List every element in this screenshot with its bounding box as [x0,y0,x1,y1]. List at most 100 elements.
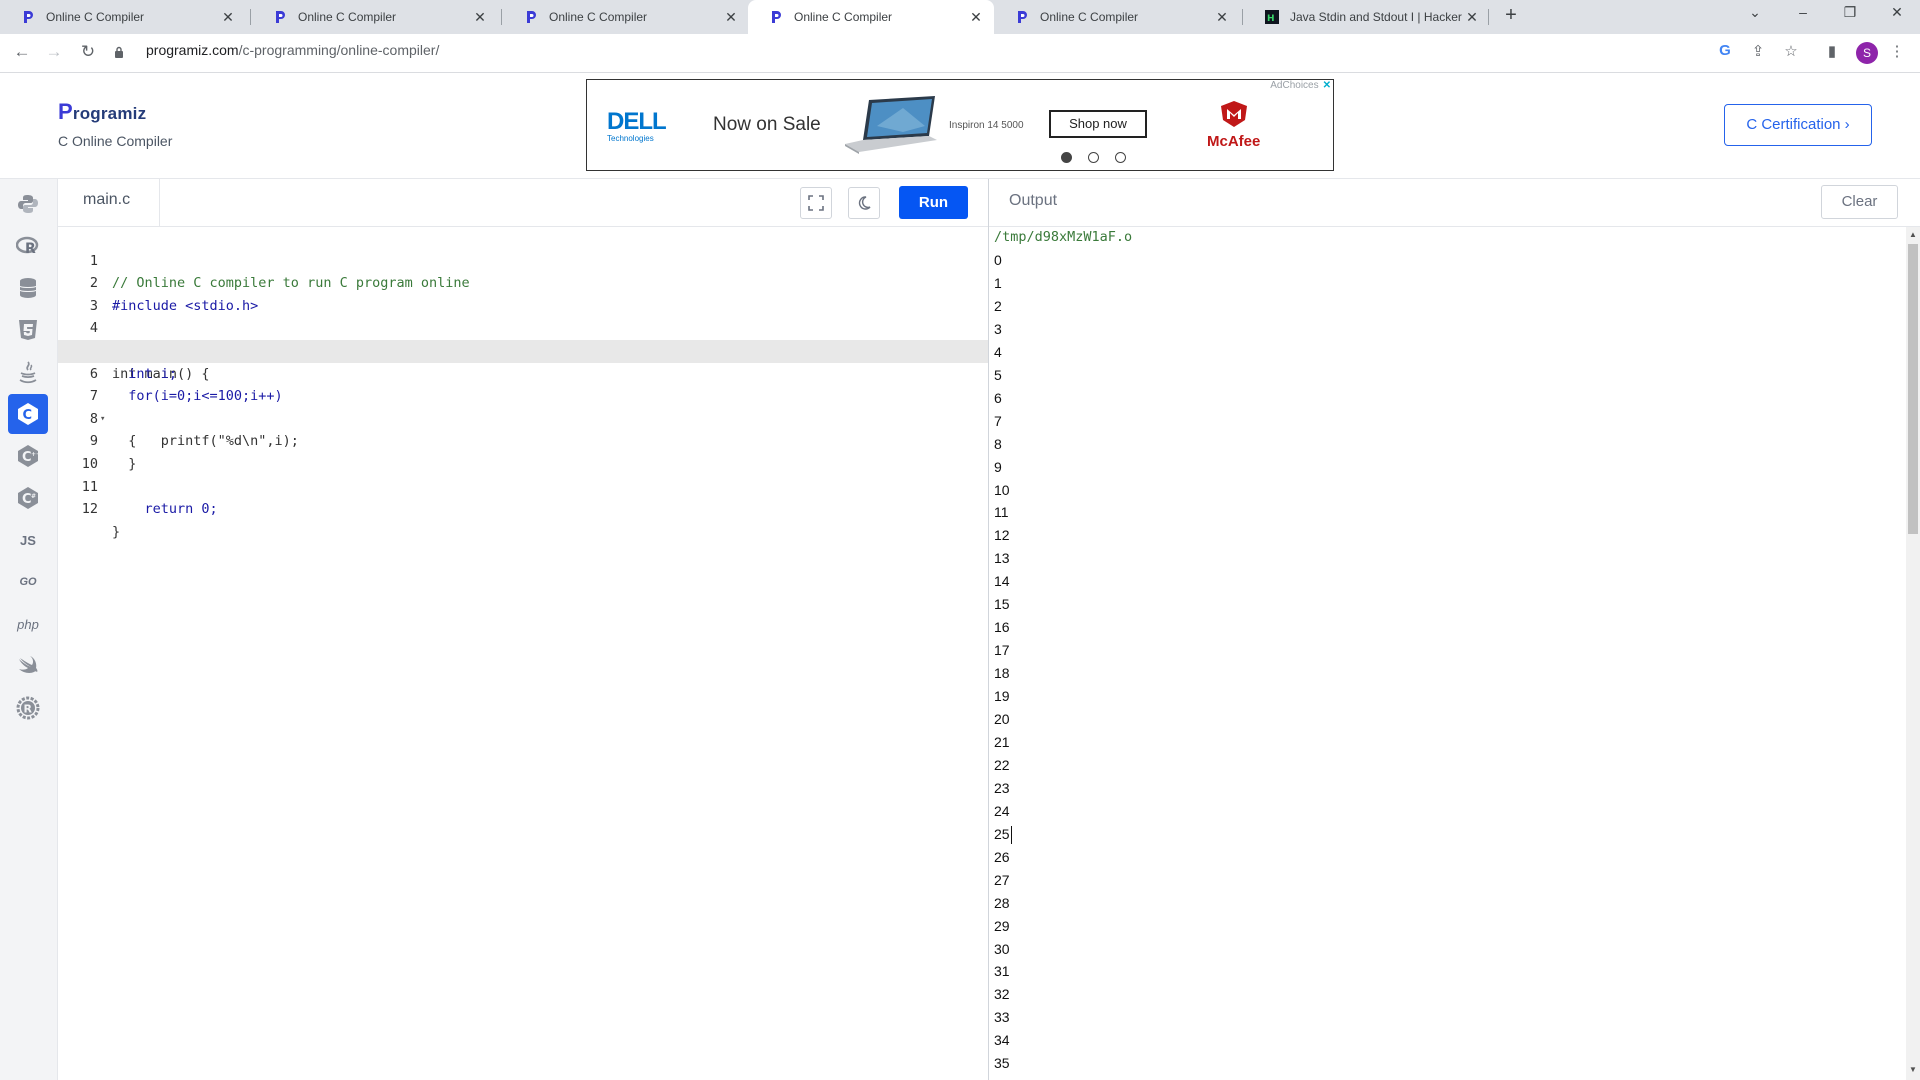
code-line[interactable]: 9 } [58,408,988,472]
address-bar[interactable]: programiz.com/c-programming/online-compi… [146,42,439,58]
browser-tab[interactable]: H Java Stdin and Stdout I | HackerR ✕ [1244,0,1490,34]
output-line: 13 [994,550,1010,567]
code-editor[interactable]: 1 // Online C compiler to run C program … [58,227,988,1080]
code-line[interactable]: 12 } [58,476,988,540]
forward-arrow-icon[interactable]: → [43,42,65,62]
output-line: 32 [994,986,1010,1003]
kebab-menu-icon[interactable]: ⋮ [1886,42,1908,60]
html-icon[interactable] [8,310,48,350]
code-line[interactable]: 10 [58,430,988,472]
back-arrow-icon[interactable]: ← [11,42,33,62]
cpp-icon[interactable]: C ++ [8,436,48,476]
code-line[interactable]: 5 int i; [58,317,988,382]
tab-close-icon[interactable]: ✕ [1212,9,1232,26]
output-line: 21 [994,733,1010,750]
dark-mode-button[interactable] [848,187,880,219]
tab-separator [1242,9,1243,25]
java-icon[interactable] [8,352,48,392]
output-line: 7 [994,412,1002,429]
output-line: 10 [994,481,1010,498]
google-icon[interactable]: G [1714,42,1736,59]
programiz-logo[interactable]: Programiz [58,99,146,125]
minimize-icon[interactable]: – [1783,4,1823,20]
output-line: 4 [994,343,1002,360]
tab-close-icon[interactable]: ✕ [470,9,490,26]
svg-text:H: H [1267,14,1275,24]
output-line: 33 [994,1009,1010,1026]
new-tab-icon[interactable]: + [1498,4,1524,27]
scroll-down-arrow-icon[interactable]: ▼ [1909,1065,1917,1074]
output-line: 34 [994,1032,1010,1049]
programiz-favicon-icon [20,9,36,25]
carousel-dot[interactable] [1088,152,1099,163]
code-line[interactable]: 3 [58,272,988,314]
browser-tab[interactable]: Online C Compiler ✕ [994,0,1240,34]
certification-button[interactable]: C Certification › [1724,104,1872,146]
shop-now-button[interactable]: Shop now [1049,110,1147,138]
tab-close-icon[interactable]: ✕ [721,9,741,26]
code-line[interactable]: 1 // Online C compiler to run C program … [58,227,988,292]
tab-title: Online C Compiler [46,10,145,24]
output-line: 5 [994,366,1002,383]
code-line[interactable]: 7 ▾ { [58,363,988,449]
tab-title: Online C Compiler [1040,10,1139,24]
tab-close-icon[interactable]: ✕ [1462,9,1482,26]
code-line[interactable]: 2 #include <stdio.h> [58,250,988,314]
fullscreen-button[interactable] [800,187,832,219]
logo-text: rogramiz [72,104,147,123]
javascript-label: JS [20,532,36,548]
adchoices[interactable]: AdChoices ✕ [1270,80,1331,91]
tab-separator [1488,9,1489,25]
r-icon[interactable]: R [8,226,48,266]
carousel-dot-active[interactable] [1061,152,1072,163]
laptop-image [843,96,939,159]
output-line: 23 [994,779,1010,796]
csharp-icon[interactable]: C # [8,478,48,518]
output-title: Output [1009,192,1058,209]
restore-icon[interactable]: ❐ [1830,4,1870,21]
tab-close-icon[interactable]: ✕ [218,9,238,26]
carousel-dot[interactable] [1115,152,1126,163]
clear-button[interactable]: Clear [1821,185,1898,219]
python-icon[interactable] [8,184,48,224]
side-panel-icon[interactable]: ▮ [1821,42,1843,60]
profile-avatar[interactable]: S [1856,42,1878,64]
scroll-up-arrow-icon[interactable]: ▲ [1909,230,1917,239]
lock-icon[interactable] [114,45,124,63]
c-icon[interactable]: C [8,394,48,434]
browser-tab-active[interactable]: Online C Compiler ✕ [748,0,994,34]
output-line: 0 [994,252,1002,268]
tab-search-chevron-icon[interactable]: ⌄ [1735,4,1775,21]
run-button[interactable]: Run [899,186,968,219]
reload-icon[interactable]: ↻ [77,42,99,62]
ad-close-icon[interactable]: ✕ [1323,80,1331,91]
code-line[interactable]: 11 return 0; [58,453,988,518]
bookmark-star-icon[interactable]: ☆ [1780,42,1802,60]
output-scrollbar[interactable]: ▲ ▼ [1906,227,1920,1080]
output-line: 27 [994,871,1010,888]
go-icon[interactable]: GO [8,562,48,602]
share-icon[interactable]: ⇪ [1747,42,1769,60]
rust-icon[interactable]: R [8,688,48,728]
code-line[interactable]: 4 ▾ int main() { [58,295,988,381]
code-line[interactable]: 8 printf("%d\n",i); [58,385,988,450]
browser-tab[interactable]: Online C Compiler ✕ [0,0,246,34]
output-line: 17 [994,642,1010,659]
ad-carousel-dots [1061,152,1126,163]
window-close-icon[interactable]: ✕ [1877,4,1917,21]
advertisement-banner[interactable]: DELL Technologies Now on Sale Inspiron 1… [586,79,1334,171]
output-line: 24 [994,802,1010,819]
output-console[interactable]: /tmp/d98xMzW1aF.o 0 1 2 3 4 5 6 7 8 9 10 11 12 13 14 15… [989,227,1906,1080]
php-icon[interactable]: php [8,604,48,644]
swift-icon[interactable] [8,646,48,686]
tab-close-icon[interactable]: ✕ [966,9,986,26]
output-line: 1 [994,274,1002,291]
code-line-active[interactable]: 6 for(i=0;i<=100;i++) [58,340,988,404]
javascript-icon[interactable]: JS [8,520,48,560]
scrollbar-thumb[interactable] [1908,244,1918,534]
browser-tab[interactable]: Online C Compiler ✕ [503,0,749,34]
output-line: 35 [994,1055,1010,1072]
file-tab[interactable]: main.c [58,179,160,226]
sql-icon[interactable] [8,268,48,308]
browser-tab[interactable]: Online C Compiler ✕ [252,0,498,34]
